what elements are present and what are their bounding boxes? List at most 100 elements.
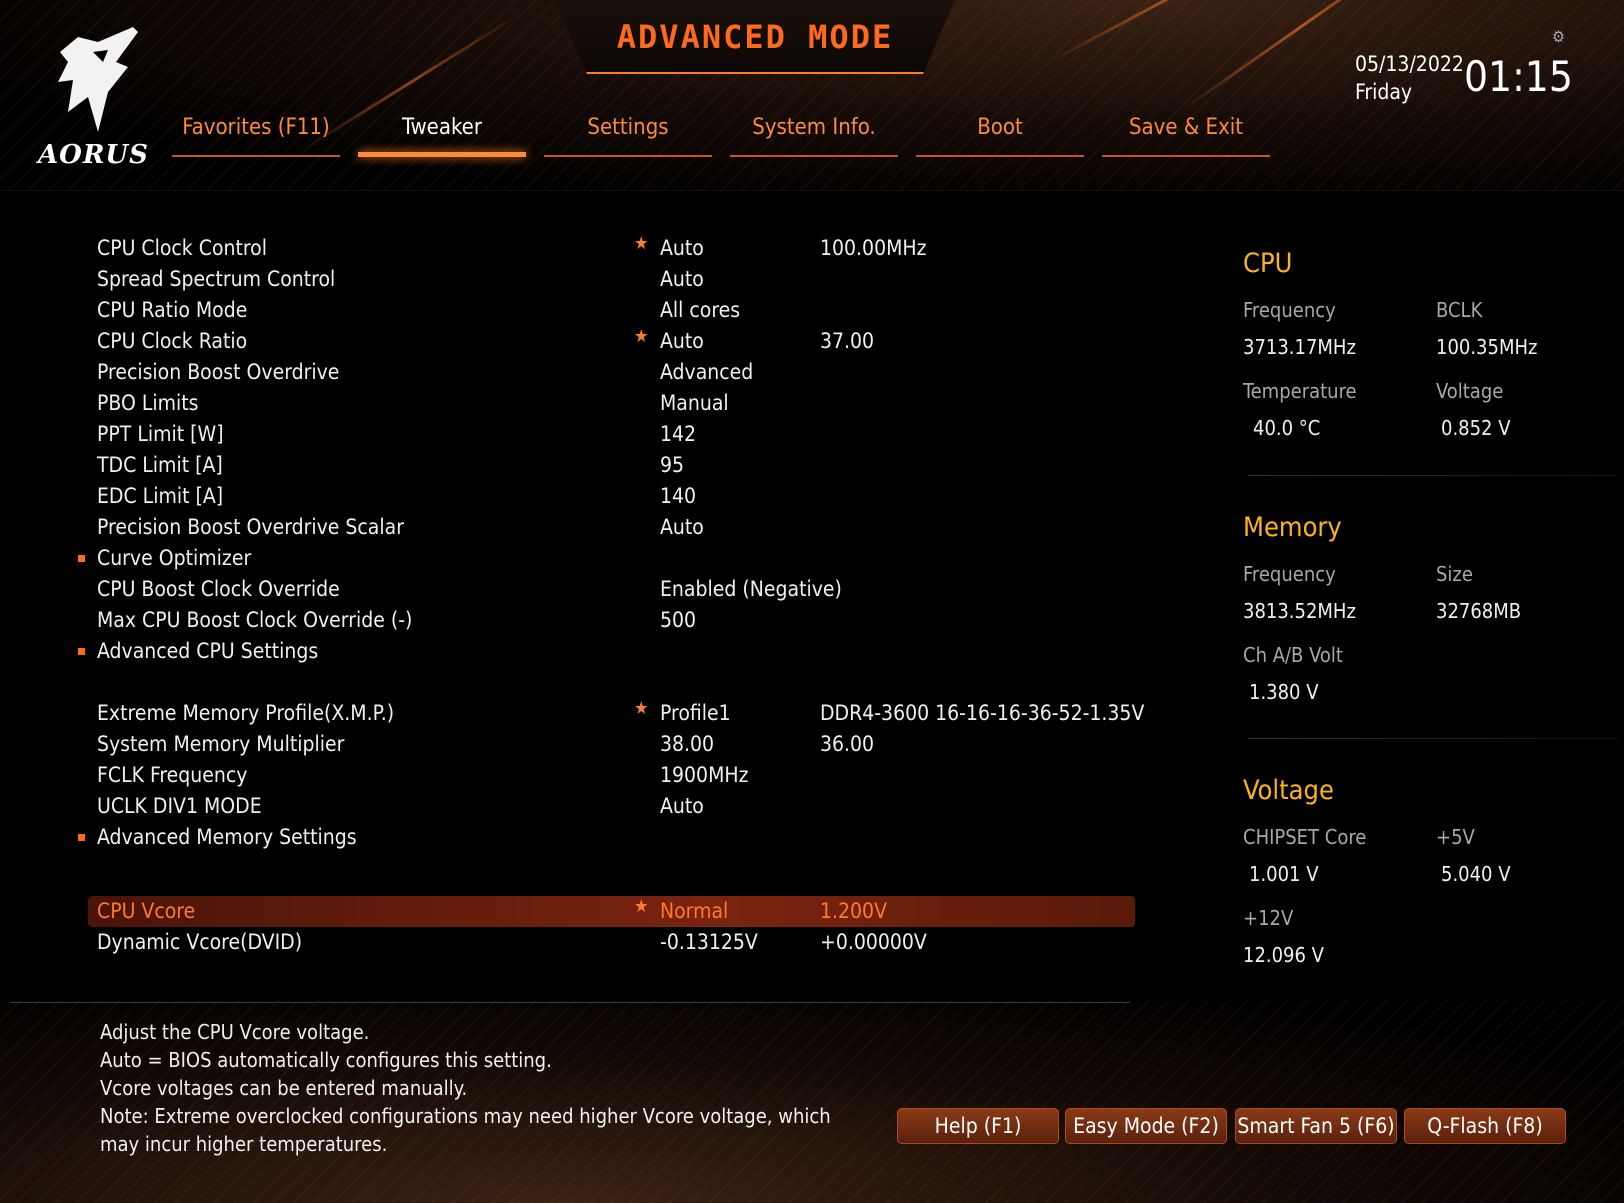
setting-row-tdc-limit[interactable]: TDC Limit [A] 95 xyxy=(88,450,1135,481)
setting-value: Auto xyxy=(660,329,704,353)
tab-boot[interactable]: Boot xyxy=(916,115,1084,157)
setting-label: System Memory Multiplier xyxy=(97,732,345,756)
star-icon: ★ xyxy=(634,233,649,254)
smart-fan-button[interactable]: Smart Fan 5 (F6) xyxy=(1235,1108,1397,1144)
tab-favorites[interactable]: Favorites (F11) xyxy=(172,115,340,157)
date-display: 05/13/2022 Friday xyxy=(1355,50,1464,106)
tab-label: Tweaker xyxy=(402,115,482,140)
memory-frequency-value: 3813.52MHz xyxy=(1243,599,1356,623)
setting-label: Precision Boost Overdrive Scalar xyxy=(97,515,404,539)
setting-label: Advanced CPU Settings xyxy=(97,639,319,663)
tab-label: Boot xyxy=(977,115,1023,140)
q-flash-button[interactable]: Q-Flash (F8) xyxy=(1404,1108,1566,1144)
cpu-frequency-value: 3713.17MHz xyxy=(1243,335,1356,359)
setting-row-uclk-div1-mode[interactable]: UCLK DIV1 MODE Auto xyxy=(88,791,1135,822)
help-line: Note: Extreme overclocked configurations… xyxy=(100,1104,831,1128)
setting-label: CPU Vcore xyxy=(97,899,196,923)
day-text: Friday xyxy=(1355,80,1413,104)
setting-row-xmp[interactable]: Extreme Memory Profile(X.M.P.) ★ Profile… xyxy=(88,698,1144,729)
logo-text: AORUS xyxy=(38,140,149,170)
setting-label: Dynamic Vcore(DVID) xyxy=(97,930,303,954)
setting-value: -0.13125V xyxy=(660,930,758,954)
setting-row-pbo-limits[interactable]: PBO Limits Manual xyxy=(88,388,1135,419)
cpu-bclk-value: 100.35MHz xyxy=(1436,335,1538,359)
setting-row-edc-limit[interactable]: EDC Limit [A] 140 xyxy=(88,481,1135,512)
setting-value: Auto xyxy=(660,267,704,291)
setting-row-cpu-clock-ratio[interactable]: CPU Clock Ratio ★ Auto 37.00 xyxy=(88,326,1135,357)
setting-label: CPU Clock Ratio xyxy=(97,329,248,353)
setting-label: Max CPU Boost Clock Override (-) xyxy=(97,608,413,632)
setting-label: EDC Limit [A] xyxy=(97,484,224,508)
cpu-frequency-label: Frequency xyxy=(1243,298,1336,322)
setting-row-precision-boost-overdrive[interactable]: Precision Boost Overdrive Advanced xyxy=(88,357,1135,388)
setting-label: UCLK DIV1 MODE xyxy=(97,794,262,818)
setting-value-secondary: 1.200V xyxy=(820,899,887,923)
setting-row-memory-multiplier[interactable]: System Memory Multiplier 38.00 36.00 xyxy=(88,729,1135,760)
setting-label: CPU Ratio Mode xyxy=(97,298,248,322)
setting-row-spread-spectrum[interactable]: Spread Spectrum Control Auto xyxy=(88,264,1135,295)
memory-frequency-label: Frequency xyxy=(1243,562,1336,586)
setting-value: Profile1 xyxy=(660,701,731,725)
v12-value: 12.096 V xyxy=(1243,943,1324,967)
setting-value: Auto xyxy=(660,515,704,539)
setting-value: Manual xyxy=(660,391,729,415)
section-divider xyxy=(1248,738,1618,739)
setting-row-advanced-memory-settings[interactable]: Advanced Memory Settings xyxy=(78,822,1135,853)
setting-label: PBO Limits xyxy=(97,391,199,415)
setting-value: 500 xyxy=(660,608,697,632)
help-line: Adjust the CPU Vcore voltage. xyxy=(100,1020,370,1044)
setting-row-cpu-ratio-mode[interactable]: CPU Ratio Mode All cores xyxy=(88,295,1135,326)
gear-icon[interactable]: ⚙ xyxy=(1552,27,1565,46)
help-line: Auto = BIOS automatically configures thi… xyxy=(100,1048,552,1072)
setting-row-fclk-frequency[interactable]: FCLK Frequency 1900MHz xyxy=(88,760,1135,791)
setting-row-max-cpu-boost-override[interactable]: Max CPU Boost Clock Override (-) 500 xyxy=(88,605,1135,636)
setting-value-secondary: 100.00MHz xyxy=(820,236,927,260)
setting-value-secondary: 36.00 xyxy=(820,732,875,756)
cpu-temperature-label: Temperature xyxy=(1243,379,1357,403)
setting-label: PPT Limit [W] xyxy=(97,422,224,446)
submenu-bullet-icon xyxy=(78,555,85,562)
setting-value: Auto xyxy=(660,236,704,260)
easy-mode-button[interactable]: Easy Mode (F2) xyxy=(1065,1108,1227,1144)
tab-tweaker[interactable]: Tweaker xyxy=(358,115,526,157)
setting-value-secondary: DDR4-3600 16-16-16-36-52-1.35V xyxy=(820,701,1145,725)
setting-row-cpu-boost-clock-override[interactable]: CPU Boost Clock Override Enabled (Negati… xyxy=(88,574,1135,605)
setting-label: TDC Limit [A] xyxy=(97,453,223,477)
page-title: ADVANCED MODE xyxy=(616,18,894,56)
setting-value-secondary: 37.00 xyxy=(820,329,875,353)
setting-label: Extreme Memory Profile(X.M.P.) xyxy=(97,701,395,725)
tab-label: Settings xyxy=(587,115,669,140)
setting-row-curve-optimizer[interactable]: Curve Optimizer xyxy=(78,543,1135,574)
setting-value: 140 xyxy=(660,484,697,508)
setting-value: 95 xyxy=(660,453,685,477)
cpu-section-title: CPU xyxy=(1243,248,1293,279)
setting-value: Enabled (Negative) xyxy=(660,577,842,601)
setting-value: 142 xyxy=(660,422,697,446)
help-button[interactable]: Help (F1) xyxy=(897,1108,1059,1144)
v12-label: +12V xyxy=(1243,906,1294,930)
star-icon: ★ xyxy=(634,326,649,347)
setting-value: 38.00 xyxy=(660,732,715,756)
setting-row-ppt-limit[interactable]: PPT Limit [W] 142 xyxy=(88,419,1135,450)
setting-row-advanced-cpu-settings[interactable]: Advanced CPU Settings xyxy=(78,636,1135,667)
setting-row-dynamic-vcore[interactable]: Dynamic Vcore(DVID) -0.13125V +0.00000V xyxy=(88,927,1135,958)
tab-settings[interactable]: Settings xyxy=(544,115,712,157)
date-text: 05/13/2022 xyxy=(1355,52,1464,76)
setting-value: All cores xyxy=(660,298,741,322)
setting-row-pbo-scalar[interactable]: Precision Boost Overdrive Scalar Auto xyxy=(88,512,1135,543)
tab-save-exit[interactable]: Save & Exit xyxy=(1102,115,1270,157)
tab-label: Favorites (F11) xyxy=(182,115,330,140)
chipset-core-label: CHIPSET Core xyxy=(1243,825,1367,849)
help-divider xyxy=(10,1002,1130,1003)
setting-row-cpu-clock-control[interactable]: CPU Clock Control ★ Auto 100.00MHz xyxy=(88,233,1135,264)
setting-row-cpu-vcore[interactable]: CPU Vcore ★ Normal 1.200V xyxy=(88,896,1135,927)
setting-label: Curve Optimizer xyxy=(97,546,252,570)
tab-system-info[interactable]: System Info. xyxy=(730,115,898,157)
star-icon: ★ xyxy=(634,698,649,719)
setting-value: Normal xyxy=(660,899,729,923)
star-icon: ★ xyxy=(634,896,649,917)
setting-value: Advanced xyxy=(660,360,754,384)
time-display: 01:15 xyxy=(1464,52,1573,101)
setting-value-secondary: +0.00000V xyxy=(820,930,927,954)
voltage-section-title: Voltage xyxy=(1243,775,1334,806)
